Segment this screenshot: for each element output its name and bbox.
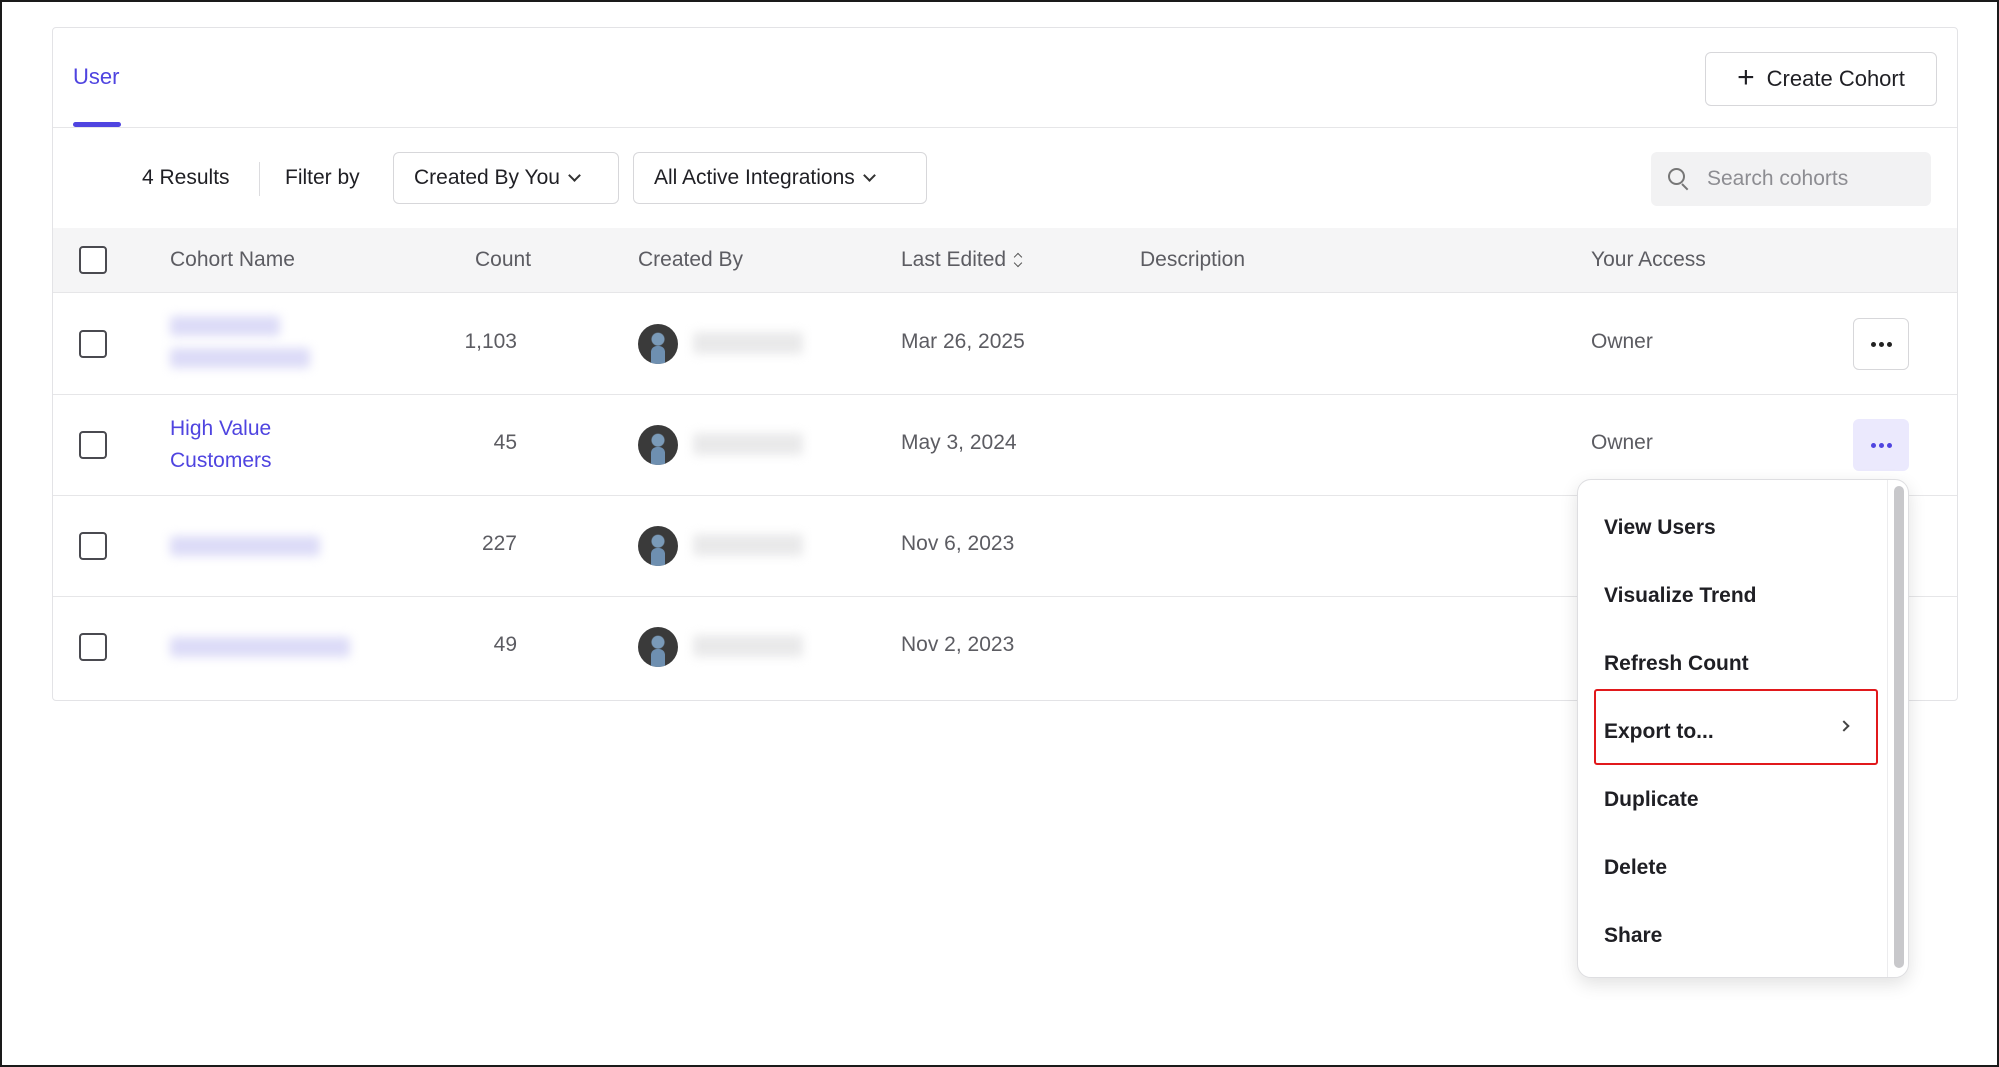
search-input[interactable] <box>1707 167 1907 191</box>
cohort-name-redacted[interactable] <box>170 316 280 336</box>
last-edited-date: Nov 6, 2023 <box>901 532 1015 555</box>
row-checkbox[interactable] <box>79 431 107 459</box>
last-edited-date: Mar 26, 2025 <box>901 330 1025 353</box>
results-count: 4 Results <box>142 166 230 189</box>
plus-icon: + <box>1737 60 1755 94</box>
column-header-cohort-name[interactable]: Cohort Name <box>170 248 295 272</box>
last-edited-date: May 3, 2024 <box>901 431 1017 454</box>
creator-name-redacted <box>693 635 803 657</box>
select-all-checkbox[interactable] <box>79 246 107 274</box>
cohort-count: 45 <box>493 431 517 454</box>
table-row[interactable]: 1,103 Mar 26, 2025 Owner <box>53 294 1957 395</box>
last-edited-date: Nov 2, 2023 <box>901 633 1015 656</box>
integrations-dropdown[interactable]: All Active Integrations <box>633 152 927 204</box>
cohort-name-redacted[interactable] <box>170 637 350 657</box>
cohort-name-redacted[interactable] <box>170 348 310 368</box>
created-by-value: Created By You <box>414 166 560 189</box>
avatar <box>638 425 678 465</box>
row-checkbox[interactable] <box>79 633 107 661</box>
chevron-down-icon <box>862 169 876 182</box>
cohort-count: 227 <box>481 532 517 555</box>
create-cohort-label: Create Cohort <box>1766 66 1905 91</box>
column-header-your-access[interactable]: Your Access <box>1591 248 1706 272</box>
last-edited-label: Last Edited <box>901 248 1007 271</box>
tabs-bar: User + Create Cohort <box>53 28 1957 128</box>
creator-name-redacted <box>693 534 803 556</box>
sort-icon[interactable] <box>1014 252 1022 268</box>
row-checkbox[interactable] <box>79 330 107 358</box>
column-header-description[interactable]: Description <box>1140 248 1245 272</box>
column-header-created-by[interactable]: Created By <box>638 248 743 272</box>
tab-user[interactable]: User <box>73 64 119 90</box>
cohort-name-line: High Value <box>170 417 272 440</box>
cohort-name-line: Customers <box>170 449 272 472</box>
creator-name-redacted <box>693 332 803 354</box>
chevron-down-icon <box>568 169 581 182</box>
menu-item-export-to[interactable]: Export to... <box>1604 720 1714 744</box>
access-level: Owner <box>1591 330 1653 353</box>
search-icon <box>1667 167 1691 191</box>
row-actions-menu: View Users Visualize Trend Refresh Count… <box>1577 479 1909 978</box>
create-cohort-button[interactable]: + Create Cohort <box>1705 52 1937 106</box>
menu-scrollbar[interactable] <box>1894 486 1904 968</box>
cohort-name-link[interactable]: High Value Customers <box>170 413 272 477</box>
row-actions-button[interactable] <box>1853 419 1909 471</box>
menu-item-duplicate[interactable]: Duplicate <box>1604 788 1699 812</box>
divider <box>259 162 260 196</box>
menu-item-refresh-count[interactable]: Refresh Count <box>1604 652 1749 676</box>
column-header-count[interactable]: Count <box>475 248 531 272</box>
cohort-count: 49 <box>493 633 517 656</box>
more-icon <box>1870 341 1876 347</box>
menu-item-visualize-trend[interactable]: Visualize Trend <box>1604 584 1757 608</box>
menu-item-share[interactable]: Share <box>1604 924 1662 948</box>
row-actions-button[interactable] <box>1853 318 1909 370</box>
cohort-name-redacted[interactable] <box>170 536 320 556</box>
filter-bar: 4 Results Filter by Created By You All A… <box>53 128 1957 228</box>
cohort-count: 1,103 <box>464 330 517 353</box>
menu-item-delete[interactable]: Delete <box>1604 856 1667 880</box>
creator-name-redacted <box>693 433 803 455</box>
row-checkbox[interactable] <box>79 532 107 560</box>
menu-item-view-users[interactable]: View Users <box>1604 516 1716 540</box>
access-level: Owner <box>1591 431 1653 454</box>
avatar <box>638 526 678 566</box>
page-frame: User + Create Cohort 4 Results Filter by… <box>0 0 1999 1067</box>
table-header: Cohort Name Count Created By Last Edited… <box>53 228 1957 293</box>
active-tab-indicator <box>73 122 121 127</box>
column-header-last-edited[interactable]: Last Edited <box>901 248 1022 272</box>
integrations-value: All Active Integrations <box>654 166 855 189</box>
filter-by-label: Filter by <box>285 166 360 189</box>
menu-divider <box>1887 480 1888 977</box>
search-box <box>1651 152 1931 206</box>
created-by-dropdown[interactable]: Created By You <box>393 152 619 204</box>
avatar <box>638 627 678 667</box>
more-icon <box>1870 442 1876 448</box>
avatar <box>638 324 678 364</box>
